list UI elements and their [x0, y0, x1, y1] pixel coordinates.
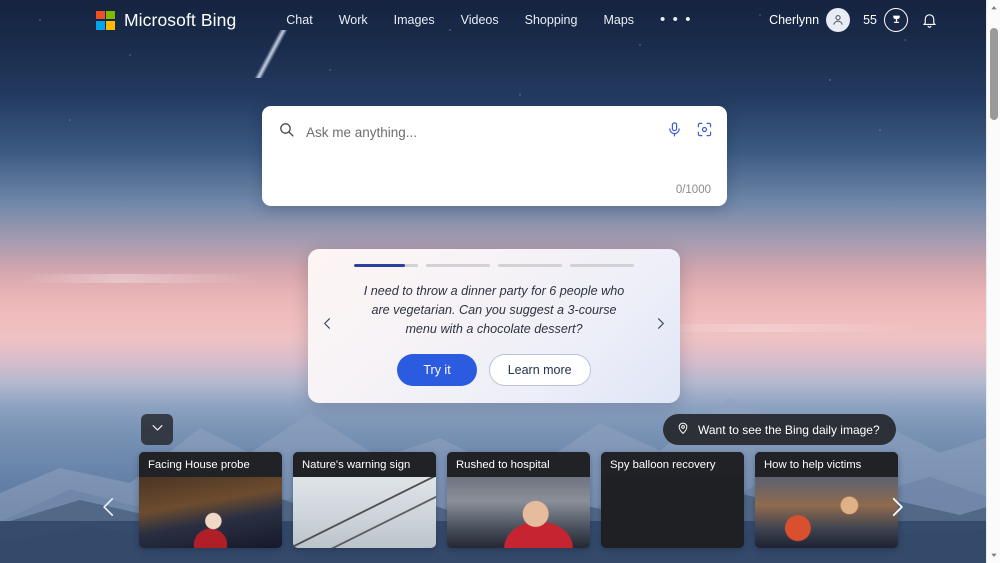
- search-box[interactable]: 0/1000: [262, 106, 727, 206]
- news-card-thumbnail: [293, 477, 436, 548]
- learn-more-button[interactable]: Learn more: [488, 354, 591, 387]
- bing-homepage: Microsoft Bing Chat Work Images Videos S…: [0, 0, 1000, 563]
- site-header: Microsoft Bing Chat Work Images Videos S…: [0, 0, 986, 40]
- bell-icon[interactable]: [921, 12, 938, 29]
- news-card-thumbnail: [755, 477, 898, 548]
- suggestion-next-chevron-right-icon[interactable]: [653, 316, 668, 336]
- news-card-3[interactable]: Rushed to hospital: [447, 452, 590, 548]
- rewards-trophy-icon: [884, 8, 908, 32]
- user-name: Cherlynn: [769, 13, 820, 27]
- news-card-2[interactable]: Nature's warning sign: [293, 452, 436, 548]
- news-card-title: Nature's warning sign: [293, 452, 436, 477]
- char-counter: 0/1000: [675, 184, 711, 196]
- news-prev-chevron-left-icon[interactable]: [92, 490, 126, 524]
- bing-daily-image-label: Want to see the Bing daily image?: [698, 422, 880, 437]
- news-card-thumbnail: [139, 477, 282, 548]
- news-card-thumbnail: [601, 477, 744, 548]
- hamburger-menu-icon[interactable]: [951, 14, 970, 27]
- scroll-up-arrow-icon[interactable]: [987, 0, 1000, 16]
- scroll-down-arrow-icon[interactable]: [987, 547, 1000, 563]
- scrollbar-track[interactable]: [987, 16, 1000, 547]
- camera-visual-search-icon[interactable]: [696, 121, 713, 143]
- rewards-count: 55: [863, 13, 877, 27]
- news-next-chevron-right-icon[interactable]: [880, 490, 914, 524]
- microphone-icon[interactable]: [666, 121, 683, 143]
- location-pin-icon: [676, 421, 690, 438]
- news-card-5[interactable]: How to help victims: [755, 452, 898, 548]
- news-carousel: Facing House probe Nature's warning sign…: [139, 452, 898, 548]
- brand-name: Microsoft Bing: [124, 9, 237, 30]
- news-card-thumbnail: [447, 477, 590, 548]
- suggestion-text: I need to throw a dinner party for 6 peo…: [363, 284, 625, 337]
- news-card-title: Spy balloon recovery: [601, 452, 744, 477]
- suggestion-buttons: Try it Learn more: [397, 354, 591, 387]
- suggestion-prev-chevron-left-icon[interactable]: [320, 316, 335, 336]
- page-scrollbar[interactable]: [986, 0, 1000, 563]
- search-row: [262, 106, 727, 158]
- suggestion-card: I need to throw a dinner party for 6 peo…: [308, 249, 680, 403]
- progress-segment-2[interactable]: [426, 264, 490, 268]
- nav-item-images[interactable]: Images: [394, 13, 435, 27]
- nav-item-work[interactable]: Work: [339, 13, 368, 27]
- news-card-title: Rushed to hospital: [447, 452, 590, 477]
- header-actions: Cherlynn 55: [769, 8, 970, 32]
- suggestion-progress: [354, 264, 634, 268]
- avatar[interactable]: [826, 8, 851, 32]
- nav-item-chat[interactable]: Chat: [286, 13, 312, 27]
- search-icon: [278, 121, 295, 143]
- search-actions: [666, 121, 713, 143]
- news-card-title: Facing House probe: [139, 452, 282, 477]
- account-button[interactable]: Cherlynn: [769, 8, 851, 32]
- nav-item-videos[interactable]: Videos: [461, 13, 499, 27]
- news-card-1[interactable]: Facing House probe: [139, 452, 282, 548]
- bing-daily-image-button[interactable]: Want to see the Bing daily image?: [663, 414, 896, 445]
- brand-logo[interactable]: Microsoft Bing: [96, 10, 236, 31]
- nav-overflow-icon[interactable]: • • •: [660, 12, 692, 27]
- primary-nav: Chat Work Images Videos Shopping Maps • …: [286, 12, 692, 27]
- nav-item-shopping[interactable]: Shopping: [525, 13, 578, 27]
- collapse-toggle-button[interactable]: [141, 414, 173, 445]
- rewards-button[interactable]: 55: [863, 8, 908, 32]
- try-it-button[interactable]: Try it: [397, 354, 477, 387]
- microsoft-logo-icon: [96, 10, 115, 30]
- chevron-down-icon: [150, 420, 165, 440]
- news-card-4[interactable]: Spy balloon recovery: [601, 452, 744, 548]
- news-card-title: How to help victims: [755, 452, 898, 477]
- progress-segment-3[interactable]: [498, 264, 562, 268]
- scrollbar-thumb[interactable]: [990, 28, 998, 120]
- nav-item-maps[interactable]: Maps: [603, 13, 634, 27]
- progress-segment-4[interactable]: [570, 264, 634, 268]
- progress-segment-1[interactable]: [354, 264, 418, 268]
- search-input[interactable]: [306, 124, 666, 140]
